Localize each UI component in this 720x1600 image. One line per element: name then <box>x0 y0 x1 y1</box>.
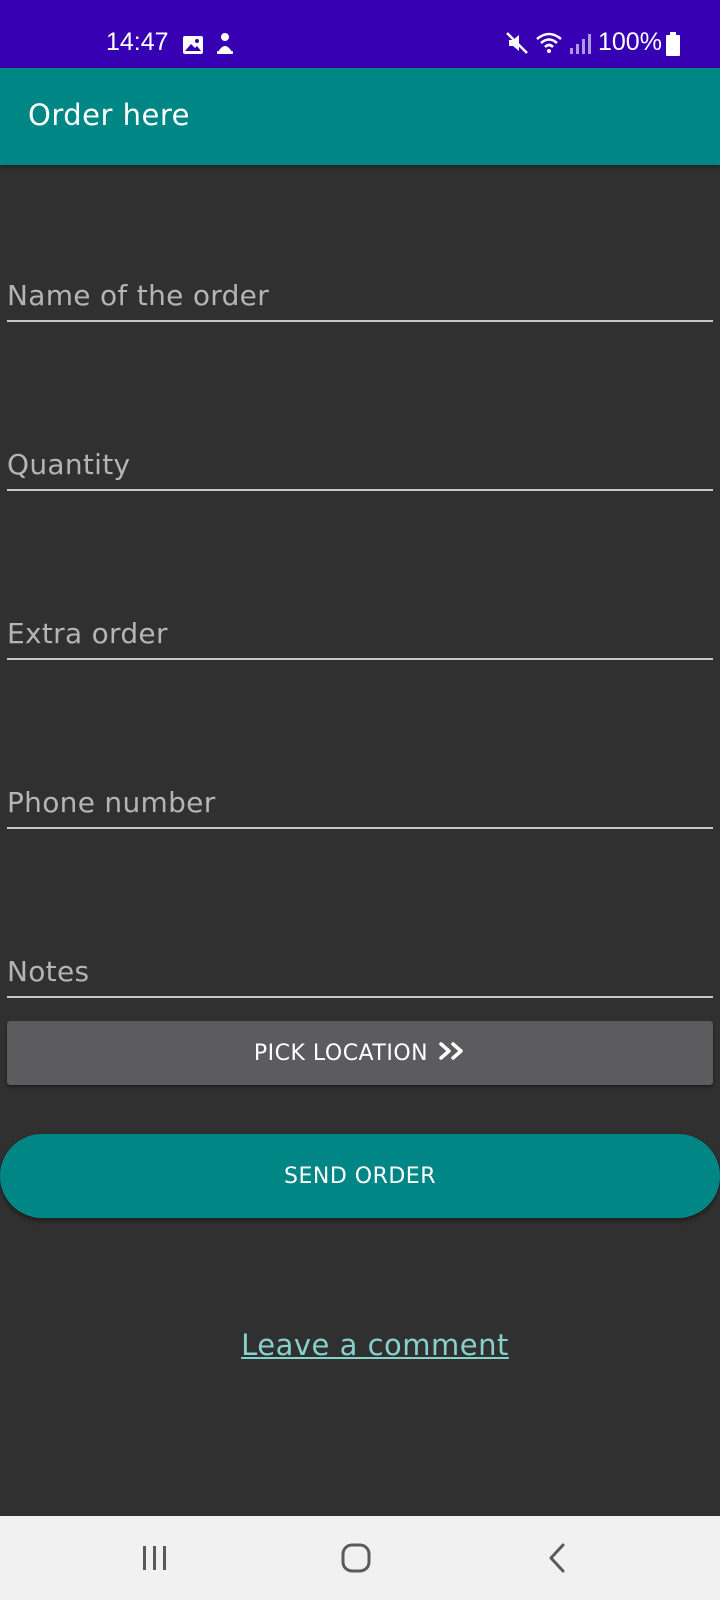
status-bar: 14:47 100% <box>0 0 720 68</box>
recents-icon[interactable] <box>140 1544 170 1576</box>
wifi-icon <box>535 31 563 62</box>
double-chevron-right-icon <box>438 1038 466 1068</box>
navigation-bar <box>0 1516 720 1600</box>
phone-number-input[interactable] <box>7 786 713 819</box>
quantity-field[interactable] <box>7 427 713 491</box>
extra-order-input[interactable] <box>7 617 713 650</box>
extra-order-field[interactable] <box>7 596 713 660</box>
order-name-field[interactable] <box>7 258 713 322</box>
pick-location-button[interactable]: PICK LOCATION <box>7 1021 713 1085</box>
back-icon[interactable] <box>545 1542 569 1578</box>
order-name-input[interactable] <box>7 279 713 312</box>
page-title: Order here <box>28 98 190 132</box>
notes-input[interactable] <box>7 955 713 988</box>
send-order-label: SEND ORDER <box>284 1163 436 1189</box>
quantity-input[interactable] <box>7 448 713 481</box>
battery-icon <box>666 32 680 63</box>
signal-icon <box>569 33 591 62</box>
phone-number-field[interactable] <box>7 765 713 829</box>
pick-location-label: PICK LOCATION <box>253 1040 429 1066</box>
battery-percentage: 100% <box>598 28 662 56</box>
app-bar: Order here <box>0 68 720 165</box>
leave-comment-link[interactable]: Leave a comment <box>0 1328 720 1362</box>
status-time: 14:47 <box>106 28 169 56</box>
gallery-icon <box>182 33 204 62</box>
send-order-button[interactable]: SEND ORDER <box>0 1134 720 1218</box>
notification-icon <box>214 32 236 63</box>
mute-icon <box>505 31 529 62</box>
notes-field[interactable] <box>7 934 713 998</box>
home-icon[interactable] <box>340 1542 372 1578</box>
